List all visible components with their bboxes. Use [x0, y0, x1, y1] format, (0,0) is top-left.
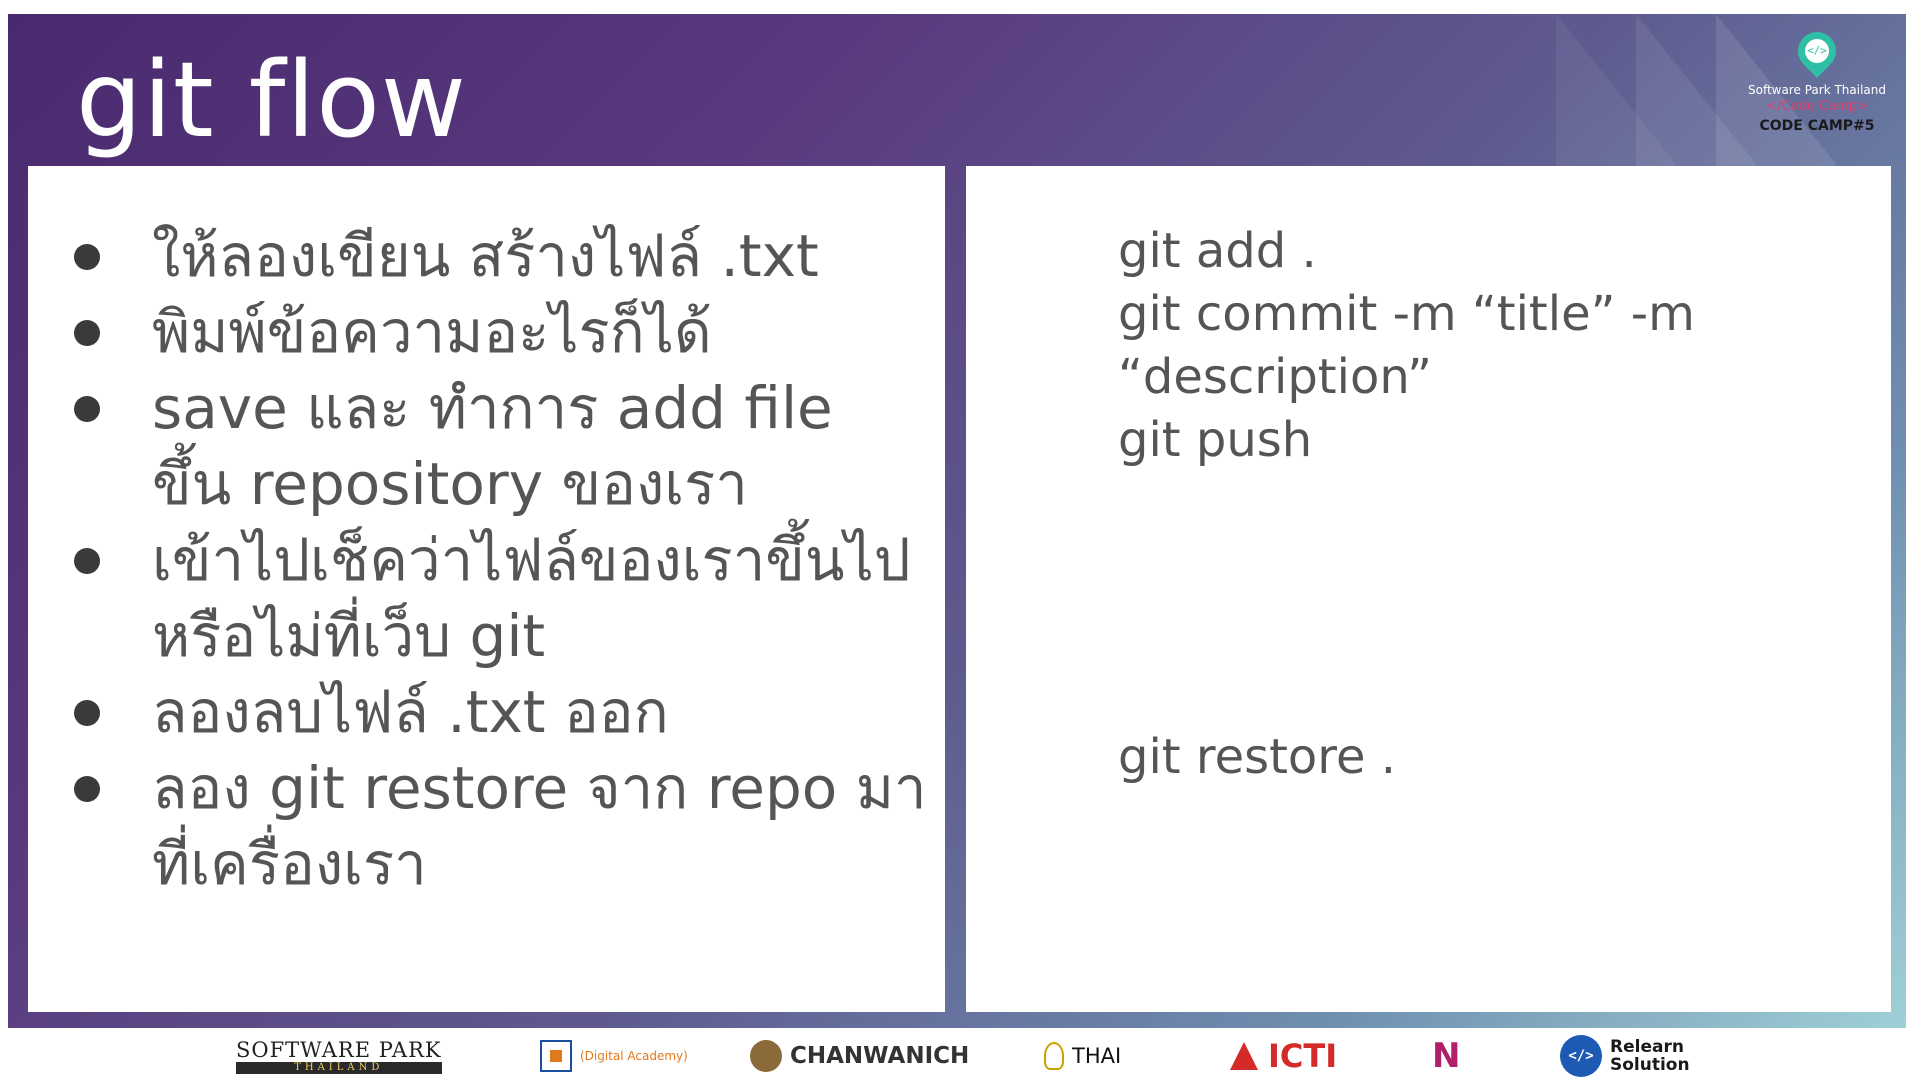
software-park-name: SOFTWARE PARK	[236, 1038, 442, 1062]
command-line: git add .	[1118, 223, 1317, 279]
code-camp-logo: </> Software Park Thailand </Code Camp> …	[1742, 24, 1892, 136]
thai-programmer-name: THAI	[1072, 1044, 1122, 1068]
relearn-line-1: Relearn	[1610, 1037, 1684, 1057]
instruction-item: ลองลบไฟล์ .txt ออก	[68, 674, 928, 750]
logo-line-3: CODE CAMP#5	[1759, 118, 1875, 134]
sponsor-bar: SOFTWARE PARK THAILAND (Digital Academy)…	[8, 1028, 1906, 1080]
instruction-item: พิมพ์ข้อความอะไรก็ได้	[68, 294, 928, 370]
chanwanich-logo: CHANWANICH	[750, 1036, 969, 1076]
digital-academy-logo: (Digital Academy)	[540, 1036, 688, 1076]
digital-academy-name: (Digital Academy)	[580, 1049, 688, 1063]
chanwanich-name: CHANWANICH	[790, 1043, 970, 1069]
code-pin-icon: </>	[1790, 24, 1844, 78]
nipa-logo: N	[1432, 1036, 1460, 1076]
slide: git flow </> Software Park Thailand </Co…	[8, 14, 1906, 1028]
instruction-item: ลอง git restore จาก repo มาที่เครื่องเรา	[68, 750, 928, 902]
icti-name: ICTI	[1268, 1037, 1338, 1075]
lightbulb-icon	[1044, 1042, 1064, 1070]
command-line: git push	[1118, 412, 1313, 468]
command-list: git add . git commit -m “title” -m “desc…	[1118, 220, 1858, 472]
command-line: git commit -m “title” -m “description”	[1118, 286, 1695, 405]
restore-command: git restore .	[1118, 729, 1397, 785]
thai-programmer-logo: THAI	[1044, 1036, 1121, 1076]
commands-panel: git add . git commit -m “title” -m “desc…	[966, 166, 1891, 1012]
chanwanich-emblem-icon	[750, 1040, 782, 1072]
software-park-logo: SOFTWARE PARK THAILAND	[236, 1036, 442, 1076]
logo-line-2: </Code Camp>	[1766, 99, 1868, 114]
instruction-item: ให้ลองเขียน สร้างไฟล์ .txt	[68, 218, 928, 294]
icti-logo: ICTI	[1230, 1036, 1337, 1076]
instruction-item: save และ ทำการ add file ขึ้น repository …	[68, 370, 928, 522]
code-brackets-icon: </>	[1560, 1035, 1602, 1077]
slide-title: git flow	[76, 39, 467, 161]
icti-triangle-icon	[1230, 1042, 1258, 1070]
software-park-sub: THAILAND	[236, 1062, 442, 1074]
chip-icon	[540, 1040, 572, 1072]
relearn-line-2: Solution	[1610, 1055, 1690, 1075]
logo-line-1: Software Park Thailand	[1748, 83, 1886, 97]
nipa-name: N	[1432, 1036, 1461, 1076]
instruction-item: เข้าไปเช็คว่าไฟล์ของเราขึ้นไป หรือไม่ที่…	[68, 522, 928, 674]
instruction-list: ให้ลองเขียน สร้างไฟล์ .txt พิมพ์ข้อความอ…	[68, 218, 928, 902]
instructions-panel: ให้ลองเขียน สร้างไฟล์ .txt พิมพ์ข้อความอ…	[28, 166, 945, 1012]
relearn-logo: </> Relearn Solution	[1560, 1035, 1690, 1077]
